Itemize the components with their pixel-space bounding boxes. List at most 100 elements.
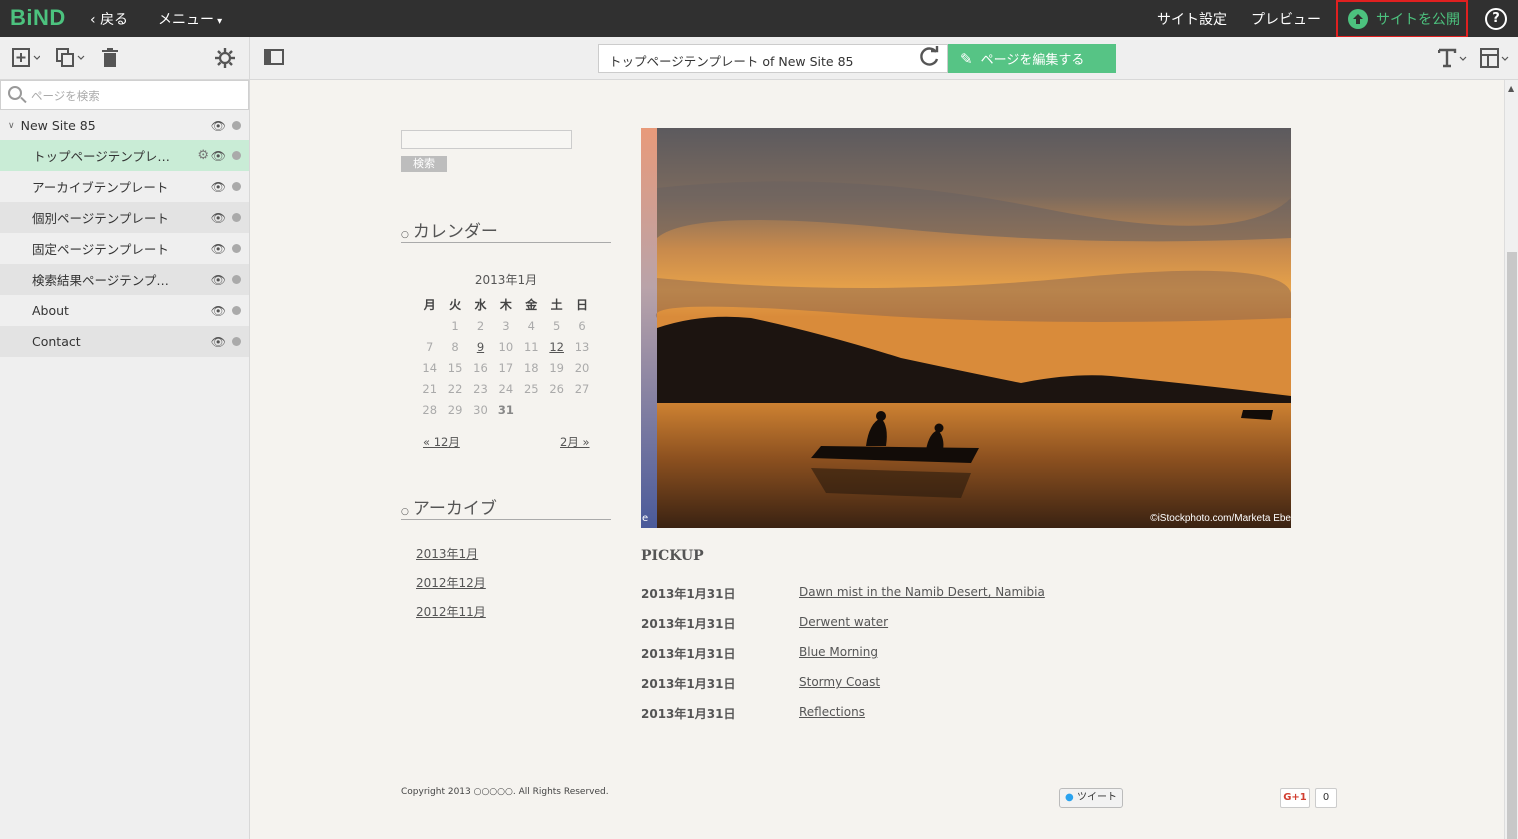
sidebar-item-archive[interactable]: アーカイブテンプレート 👁: [0, 171, 249, 202]
sidebar-item-single[interactable]: 個別ページテンプレート 👁: [0, 202, 249, 233]
duplicate-page-icon[interactable]: [56, 48, 86, 73]
calendar-day-link[interactable]: 12: [544, 336, 569, 357]
archive-link[interactable]: 2012年12月: [416, 574, 486, 591]
bullet-icon: ○: [401, 507, 409, 517]
pickup-link[interactable]: Blue Morning: [799, 645, 878, 659]
site-search-button[interactable]: 検索: [401, 156, 447, 172]
pickup-date: 2013年1月31日: [641, 707, 736, 721]
help-icon[interactable]: ?: [1485, 8, 1507, 30]
weekday-mon: 月: [423, 298, 436, 312]
tweet-button[interactable]: ● ツイート: [1059, 788, 1123, 808]
chevron-down-icon[interactable]: ∨: [8, 121, 15, 131]
calendar-day: [519, 399, 544, 420]
scroll-up-icon[interactable]: ▲: [1508, 84, 1514, 93]
weekday-tue: 火: [449, 298, 462, 312]
back-button[interactable]: ‹ 戻る: [90, 9, 128, 29]
calendar-day: 22: [447, 381, 463, 396]
bullet-icon: ○: [401, 230, 409, 240]
pickup-date: 2013年1月31日: [641, 587, 736, 601]
pickup-link[interactable]: Derwent water: [799, 615, 888, 629]
photo-credit: ©iStockphoto.com/Marketa Ebe: [1150, 513, 1291, 524]
archive-link[interactable]: 2012年11月: [416, 603, 486, 620]
pickup-link[interactable]: Dawn mist in the Namib Desert, Namibia: [799, 585, 1045, 599]
sidebar-item-top-page[interactable]: トップページテンプレ… ⚙ 👁: [0, 140, 249, 171]
toolbar: トップページテンプレート of New Site 85 ✎ ページを編集する: [0, 37, 1518, 80]
sidebar-item-search-results[interactable]: 検索結果ページテンプ… 👁: [0, 264, 249, 295]
sidebar-item-about[interactable]: About 👁: [0, 295, 249, 326]
visibility-eye-icon[interactable]: 👁: [211, 273, 226, 287]
weekday-fri: 金: [525, 298, 538, 312]
site-root-item[interactable]: ∨ New Site 85 👁: [0, 110, 249, 141]
calendar-day: 10: [498, 339, 514, 354]
page-search-input[interactable]: ページを検索: [0, 80, 249, 110]
archive-heading: ○ アーカイブ: [401, 494, 611, 520]
publish-site-button[interactable]: サイトを公開: [1336, 0, 1468, 38]
calendar-prev-month-link[interactable]: « 12月: [423, 434, 460, 450]
preview-button[interactable]: プレビュー: [1251, 9, 1321, 29]
visibility-eye-icon[interactable]: 👁: [211, 242, 226, 256]
site-search-input[interactable]: [401, 130, 572, 149]
google-plus-count: 0: [1315, 788, 1337, 808]
calendar-day: 6: [578, 318, 586, 333]
calendar-day: 7: [426, 339, 434, 354]
status-dot: [232, 244, 241, 253]
calendar-day: 2: [476, 318, 485, 333]
search-icon: [8, 86, 22, 100]
chevron-left-icon: ‹: [90, 12, 101, 28]
site-settings-button[interactable]: サイト設定: [1157, 9, 1227, 29]
reload-icon[interactable]: [918, 46, 940, 73]
settings-gear-icon[interactable]: [215, 48, 235, 73]
sidebar-item-fixed[interactable]: 固定ページテンプレート 👁: [0, 233, 249, 264]
calendar-day: 1: [451, 318, 459, 333]
status-dot: [232, 182, 241, 191]
calendar-day: 24: [498, 381, 514, 396]
weekday-wed: 水: [474, 298, 487, 312]
page-preview: 検索 ○ カレンダー 2013年1月 月 火 水 木 金 土 日 1 2 3 4 …: [250, 80, 1504, 839]
layout-icon[interactable]: [1480, 48, 1512, 73]
sidebar-item-contact[interactable]: Contact 👁: [0, 326, 249, 357]
visibility-eye-icon[interactable]: 👁: [211, 335, 226, 349]
edit-page-button[interactable]: ✎ ページを編集する: [948, 44, 1116, 73]
pickup-heading: PICKUP: [641, 548, 704, 564]
calendar-next-month-link[interactable]: 2月 »: [560, 434, 590, 450]
pickup-date: 2013年1月31日: [641, 617, 736, 631]
calendar-day: 19: [549, 360, 564, 375]
calendar-day: 16: [473, 360, 488, 375]
calendar-day: 26: [549, 381, 564, 396]
calendar-day: 18: [523, 360, 539, 375]
calendar-day: [417, 315, 442, 336]
hero-strip-text: e: [642, 513, 649, 524]
add-page-icon[interactable]: [12, 48, 41, 73]
calendar-heading: ○ カレンダー: [401, 217, 611, 243]
calendar-table: 月 火 水 木 金 土 日 1 2 3 4 5 6 7 8 9 10 11 12…: [417, 294, 595, 420]
toggle-sidebar-icon[interactable]: [264, 48, 284, 71]
pickup-link[interactable]: Reflections: [799, 705, 865, 719]
status-dot: [232, 275, 241, 284]
visibility-eye-icon[interactable]: 👁: [211, 211, 226, 225]
toolbar-divider: [249, 37, 250, 80]
pickup-date: 2013年1月31日: [641, 677, 736, 691]
visibility-eye-icon[interactable]: 👁: [211, 119, 226, 133]
text-style-icon[interactable]: [1437, 48, 1470, 73]
pickup-link[interactable]: Stormy Coast: [799, 675, 880, 689]
page-settings-gear-icon[interactable]: ⚙: [197, 148, 209, 163]
calendar-day: 23: [473, 381, 488, 396]
content-scrollbar[interactable]: ▲: [1504, 80, 1518, 839]
visibility-eye-icon[interactable]: 👁: [211, 304, 226, 318]
google-plus-button[interactable]: G+1: [1280, 788, 1310, 808]
calendar-day: 11: [523, 339, 539, 354]
archive-link[interactable]: 2013年1月: [416, 545, 478, 562]
visibility-eye-icon[interactable]: 👁: [211, 180, 226, 194]
calendar-day: 29: [447, 402, 463, 417]
menu-button[interactable]: メニュー ▾: [158, 9, 222, 29]
trash-icon[interactable]: [101, 48, 119, 73]
calendar-day: 25: [523, 381, 539, 396]
visibility-eye-icon[interactable]: 👁: [211, 149, 226, 163]
page-url-field[interactable]: トップページテンプレート of New Site 85: [598, 44, 948, 73]
weekday-thu: 木: [499, 298, 512, 312]
weekday-sun: 日: [576, 298, 589, 312]
upload-icon: [1348, 9, 1368, 29]
calendar-day: 8: [451, 339, 459, 354]
calendar-day-link[interactable]: 9: [468, 336, 493, 357]
scrollbar-thumb[interactable]: [1507, 252, 1517, 839]
